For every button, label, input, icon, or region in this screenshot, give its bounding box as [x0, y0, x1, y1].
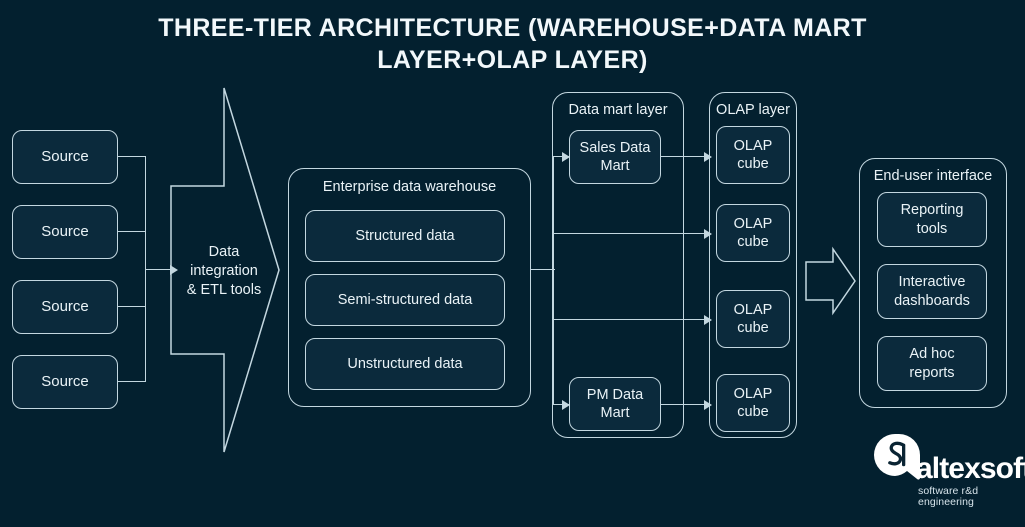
data-mart-pm[interactable]: PM Data Mart	[569, 377, 661, 431]
olap-cube-label-line1: OLAP	[733, 137, 773, 154]
warehouse-item-label: Unstructured data	[347, 355, 463, 372]
olap-to-eui-block-arrow	[805, 246, 856, 316]
olap-cube-label-line1: OLAP	[733, 301, 773, 318]
source-to-etl-line	[145, 269, 172, 271]
altexsoft-logo: altexsoft software r&d engineering	[872, 432, 1025, 510]
eui-item-label: Reporting tools	[901, 201, 964, 237]
sales-mart-to-olap-line	[661, 156, 707, 158]
olap-cube-4[interactable]: OLAP cube	[716, 374, 790, 432]
etl-label: Data integration & ETL tools	[178, 243, 270, 300]
olap-layer-label: OLAP layer	[716, 102, 790, 118]
source-label: Source	[41, 147, 89, 165]
source-connector-2	[118, 231, 146, 233]
eui-item-interactive-dashboards[interactable]: Interactive dashboards	[877, 264, 987, 319]
eui-item-label-line1: Ad hoc	[909, 346, 955, 363]
warehouse-item-structured-data[interactable]: Structured data	[305, 210, 505, 262]
etl-label-line2: integration	[190, 262, 258, 279]
data-mart-label-line2: Mart	[600, 158, 630, 174]
diagram-canvas: THREE-TIER ARCHITECTURE (WAREHOUSE+DATA …	[0, 0, 1025, 527]
data-mart-label-line1: PM Data	[586, 386, 644, 403]
olap-cube-label-line1: OLAP	[733, 215, 773, 232]
warehouse-item-semi-structured-data[interactable]: Semi-structured data	[305, 274, 505, 326]
olap-cube-3[interactable]: OLAP cube	[716, 290, 790, 348]
source-label: Source	[41, 222, 89, 240]
olap-cube-1[interactable]: OLAP cube	[716, 126, 790, 184]
warehouse-item-label: Structured data	[355, 227, 455, 244]
olap-cube-label: OLAP cube	[734, 215, 773, 251]
olap-cube-2[interactable]: OLAP cube	[716, 204, 790, 262]
pm-mart-to-olap-line	[661, 404, 707, 406]
source-label: Source	[41, 297, 89, 315]
etl-label-line3: & ETL tools	[186, 281, 262, 298]
data-mart-label: PM Data Mart	[587, 386, 643, 422]
olap-cube-label: OLAP cube	[734, 301, 773, 337]
eui-item-label-line2: tools	[916, 220, 948, 237]
olap-cube-label-line2: cube	[737, 234, 769, 250]
eui-item-reporting-tools[interactable]: Reporting tools	[877, 192, 987, 247]
warehouse-item-unstructured-data[interactable]: Unstructured data	[305, 338, 505, 390]
eui-item-ad-hoc-reports[interactable]: Ad hoc reports	[877, 336, 987, 391]
source-box-1[interactable]: Source	[12, 130, 118, 184]
enterprise-data-warehouse-label: Enterprise data warehouse	[322, 179, 497, 195]
data-mart-label-line2: Mart	[600, 405, 630, 421]
olap-cube-label-line2: cube	[737, 320, 769, 336]
page-title: THREE-TIER ARCHITECTURE (WAREHOUSE+DATA …	[158, 14, 867, 74]
source-to-etl-arrowhead	[170, 265, 178, 275]
source-box-3[interactable]: Source	[12, 280, 118, 334]
source-box-4[interactable]: Source	[12, 355, 118, 409]
end-user-interface-label: End-user interface	[873, 168, 993, 184]
altexsoft-wordmark: altexsoft	[916, 452, 1025, 485]
olap-cube-label: OLAP cube	[734, 385, 773, 421]
altexsoft-tagline: software r&d engineering	[918, 485, 979, 508]
data-mart-sales[interactable]: Sales Data Mart	[569, 130, 661, 184]
data-mart-layer-label: Data mart layer	[568, 102, 668, 118]
olap-cube-label: OLAP cube	[734, 137, 773, 173]
data-mart-label: Sales Data Mart	[580, 139, 651, 175]
eui-item-label-line1: Reporting	[900, 202, 964, 219]
olap-cube-label-line2: cube	[737, 404, 769, 420]
eui-item-label: Ad hoc reports	[909, 345, 954, 381]
source-connector-3	[118, 306, 146, 308]
eui-item-label-line2: dashboards	[894, 292, 970, 309]
source-label: Source	[41, 372, 89, 390]
source-connector-1	[118, 156, 146, 158]
olap-cube-label-line1: OLAP	[733, 385, 773, 402]
source-box-2[interactable]: Source	[12, 205, 118, 259]
eui-item-label: Interactive dashboards	[894, 273, 970, 309]
eui-item-label-line1: Interactive	[898, 274, 966, 291]
etl-label-line1: Data	[208, 244, 240, 260]
data-mart-label-line1: Sales Data	[579, 139, 651, 156]
eui-item-label-line2: reports	[909, 364, 955, 381]
olap-cube-label-line2: cube	[737, 156, 769, 172]
source-connector-4	[118, 381, 146, 383]
warehouse-item-label: Semi-structured data	[337, 291, 473, 308]
